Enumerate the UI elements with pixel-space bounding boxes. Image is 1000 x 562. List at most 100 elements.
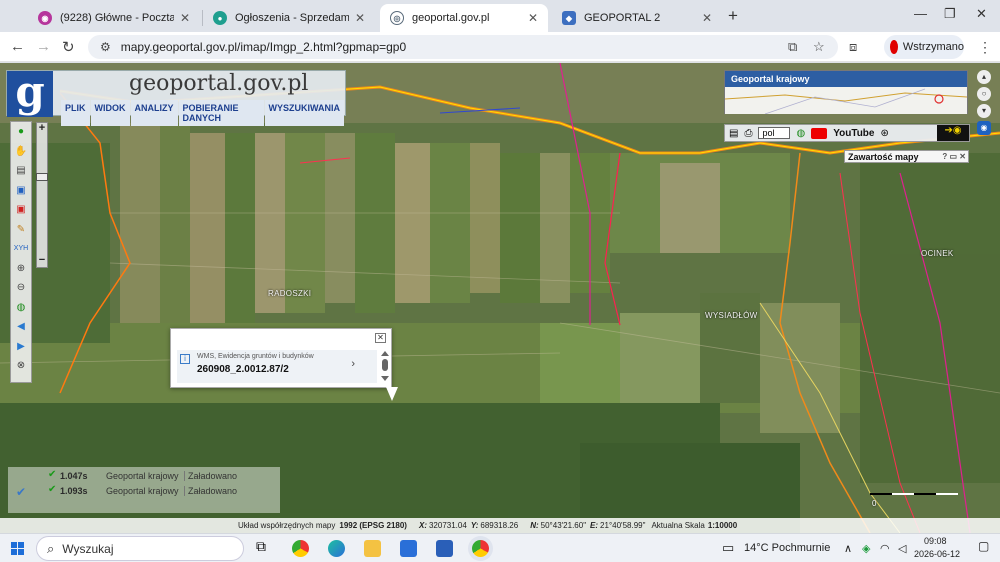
- help-icon[interactable]: ⊗: [11, 356, 31, 376]
- previous-view-icon[interactable]: ◀: [11, 317, 31, 337]
- zoom-slider-handle[interactable]: [36, 173, 48, 181]
- menu-widok[interactable]: WIDOK: [90, 100, 130, 126]
- tab-geoportal-2[interactable]: ◆ GEOPORTAL 2 ✕: [552, 4, 722, 32]
- settings-icon[interactable]: ◍: [796, 128, 805, 139]
- back-icon[interactable]: ←: [10, 38, 25, 55]
- profile-button[interactable]: Wstrzymano: [884, 35, 964, 59]
- document-icon[interactable]: ▤: [729, 128, 738, 139]
- loading-row: 1.047s Geoportal krajowy Załadowano: [60, 469, 237, 482]
- chevron-right-icon[interactable]: ›: [351, 358, 355, 370]
- zoom-plus-button[interactable]: +: [37, 123, 47, 135]
- shield-icon[interactable]: ◈: [862, 542, 870, 555]
- avatar: [890, 40, 898, 54]
- close-icon[interactable]: ✕: [528, 11, 538, 25]
- chevron-up-icon[interactable]: ∧: [844, 542, 852, 555]
- feature-info-row[interactable]: i WMS, Ewidencja gruntów i budynków 2609…: [177, 350, 377, 383]
- menu-wyszukiwania[interactable]: WYSZUKIWANIA: [264, 100, 344, 126]
- map-viewport[interactable]: g geoportal.gov.pl PLIK WIDOK ANALIZY PO…: [0, 63, 1000, 533]
- youtube-icon[interactable]: [811, 127, 828, 139]
- tab-poczta[interactable]: ◉ (9228) Główne - Poczta o2 ✕: [28, 4, 200, 32]
- more-menu-icon[interactable]: ⋮: [978, 39, 992, 56]
- place-label: OCINEK: [921, 249, 954, 258]
- tab-title: GEOPORTAL 2: [584, 12, 661, 24]
- draw-pencil-icon[interactable]: ✎: [11, 220, 31, 240]
- close-window-icon[interactable]: ✕: [976, 6, 987, 22]
- panel-controls-icon[interactable]: ? ▭ ✕: [942, 152, 966, 161]
- next-view-icon[interactable]: ▶: [11, 337, 31, 357]
- close-icon[interactable]: ✕: [180, 11, 190, 25]
- print-icon[interactable]: ⎙: [744, 128, 752, 139]
- youtube-label[interactable]: YouTube: [833, 128, 874, 139]
- taskbar-search[interactable]: ⌕ Wyszukaj: [36, 536, 244, 561]
- task-view-icon[interactable]: ⧉: [256, 538, 273, 555]
- site-settings-icon[interactable]: ⚙: [100, 40, 111, 54]
- pan-north-icon[interactable]: ▴: [977, 70, 991, 84]
- close-icon[interactable]: ✕: [355, 11, 365, 25]
- tab-geoportal[interactable]: ◎ geoportal.gov.pl ✕: [380, 4, 548, 32]
- menu-plik[interactable]: PLIK: [61, 100, 90, 126]
- load-time: 1.093s: [60, 485, 88, 496]
- weather-icon: ▭: [722, 540, 735, 555]
- accessibility-icon[interactable]: ⊛: [880, 128, 888, 139]
- edge-icon[interactable]: [328, 540, 345, 557]
- feature-layer-name: WMS, Ewidencja gruntów i budynków: [197, 353, 314, 360]
- parcel-id: 260908_2.0012.87/2: [197, 364, 289, 375]
- forward-icon[interactable]: →: [36, 38, 51, 55]
- zoom-out-icon[interactable]: ⊖: [11, 278, 31, 298]
- x-value: 320731.04: [428, 521, 467, 530]
- notifications-icon[interactable]: ▢: [978, 539, 989, 553]
- zoom-slider[interactable]: + −: [36, 122, 48, 268]
- pan-center-icon[interactable]: ○: [977, 87, 991, 101]
- store-icon[interactable]: [436, 540, 453, 557]
- info-tool-icon[interactable]: ●: [11, 122, 31, 142]
- olx-icon: ●: [213, 11, 227, 25]
- full-extent-icon[interactable]: ◍: [11, 298, 31, 318]
- tab-ogloszenia[interactable]: ● Ogłoszenia - Sprzedam, kupię ... ✕: [203, 4, 375, 32]
- crs-label: Układ współrzędnych mapy: [238, 521, 336, 530]
- restore-icon[interactable]: ❐: [944, 6, 956, 22]
- extensions-icon[interactable]: ⧈: [849, 39, 857, 55]
- weather-text[interactable]: 14°C Pochmurnie: [744, 542, 830, 554]
- high-contrast-icon[interactable]: ➔◉: [937, 125, 969, 141]
- place-label: RADOSZKI: [268, 289, 312, 298]
- new-tab-button[interactable]: +: [728, 6, 738, 26]
- geoportal-icon: ◆: [562, 11, 576, 25]
- reload-icon[interactable]: ↻: [62, 38, 75, 56]
- overview-map[interactable]: Geoportal krajowy: [724, 70, 968, 114]
- popup-scrollbar[interactable]: [381, 351, 389, 381]
- clock-date[interactable]: 2026-06-12: [914, 549, 960, 559]
- minimize-icon[interactable]: —: [914, 6, 927, 21]
- coordinates-icon[interactable]: XYH: [11, 239, 31, 259]
- main-menu: PLIK WIDOK ANALIZY POBIERANIE DANYCH WYS…: [61, 100, 345, 126]
- y-label: Y:: [470, 521, 479, 530]
- zoom-in-icon[interactable]: ⊕: [11, 259, 31, 279]
- chrome-icon[interactable]: [292, 540, 309, 557]
- view-eye-icon[interactable]: ◉: [977, 121, 991, 135]
- address-bar[interactable]: ⚙ mapy.geoportal.gov.pl/imap/Imgp_2.html…: [88, 35, 838, 59]
- file-explorer-icon[interactable]: [364, 540, 381, 557]
- globe-icon: ◎: [390, 11, 404, 25]
- windows-start-icon[interactable]: [11, 542, 25, 556]
- legend-icon[interactable]: ▤: [11, 161, 31, 181]
- zoom-minus-button[interactable]: −: [37, 255, 47, 267]
- map-contents-panel[interactable]: Zawartość mapy ? ▭ ✕: [844, 150, 969, 163]
- clear-selection-icon[interactable]: ▣: [11, 200, 31, 220]
- overview-map-title: Geoportal krajowy: [725, 71, 967, 87]
- pan-hand-icon[interactable]: ✋: [11, 142, 31, 162]
- menu-pobieranie-danych[interactable]: POBIERANIE DANYCH: [178, 100, 264, 126]
- volume-icon[interactable]: ◁: [898, 542, 906, 555]
- language-select[interactable]: pol: [758, 127, 791, 139]
- clock-time[interactable]: 09:08: [924, 536, 947, 546]
- app-window-icon[interactable]: [400, 540, 417, 557]
- menu-analizy[interactable]: ANALIZY: [130, 100, 178, 126]
- pan-south-icon[interactable]: ▾: [977, 104, 991, 118]
- install-icon[interactable]: ⧉: [788, 39, 797, 55]
- close-icon[interactable]: ✕: [375, 333, 386, 343]
- wifi-icon[interactable]: ◠: [880, 542, 890, 555]
- bookmark-star-icon[interactable]: ☆: [813, 39, 825, 55]
- select-area-icon[interactable]: ▣: [11, 181, 31, 201]
- info-icon: i: [180, 354, 190, 364]
- browser-tab-strip: ◉ (9228) Główne - Poczta o2 ✕ ● Ogłoszen…: [0, 0, 1000, 32]
- close-icon[interactable]: ✕: [702, 11, 712, 25]
- chrome-active-icon[interactable]: [472, 540, 489, 557]
